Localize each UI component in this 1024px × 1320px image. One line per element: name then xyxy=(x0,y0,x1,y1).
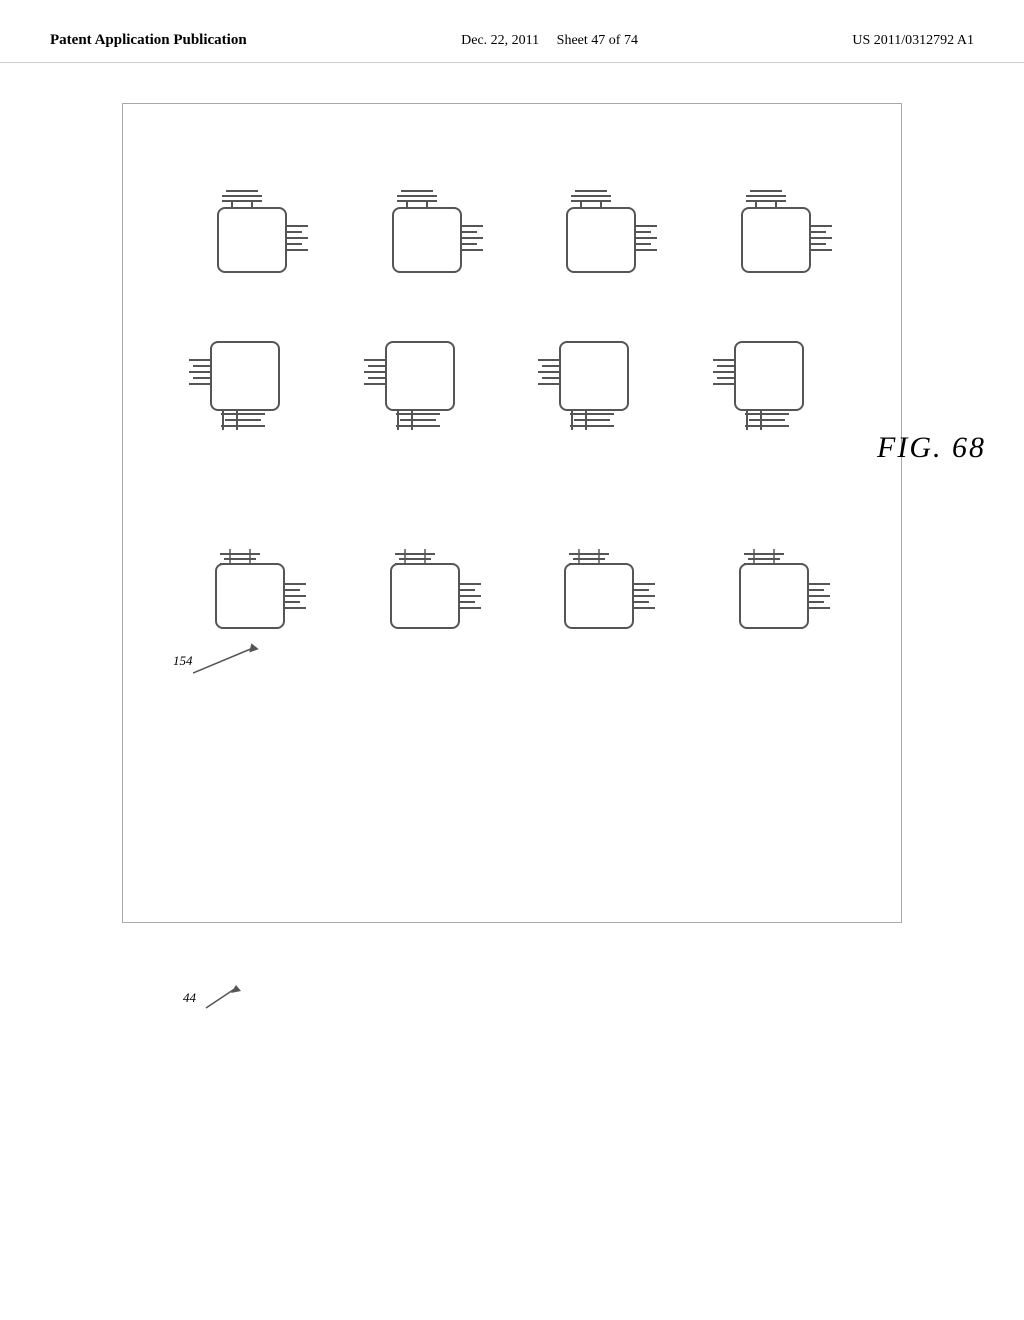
chip-6 xyxy=(360,314,490,444)
chip-8 xyxy=(709,314,839,444)
chip-svg-9 xyxy=(190,534,310,654)
chip-svg-12 xyxy=(714,534,834,654)
publication-label: Patent Application Publication xyxy=(50,30,247,51)
sheet-info: Sheet 47 of 74 xyxy=(557,33,638,48)
chip-svg-1 xyxy=(190,174,310,294)
chip-10 xyxy=(365,534,485,654)
page-header: Patent Application Publication Dec. 22, … xyxy=(0,0,1024,63)
chip-2 xyxy=(365,174,485,294)
figure-box: FIG. 68 xyxy=(122,103,902,923)
chip-svg-4 xyxy=(714,174,834,294)
label-154: 154 xyxy=(173,653,193,669)
symbol-row-2 xyxy=(143,314,881,444)
chip-11 xyxy=(539,534,659,654)
chip-4 xyxy=(714,174,834,294)
chip-1 xyxy=(190,174,310,294)
chip-svg-3 xyxy=(539,174,659,294)
label-44: 44 xyxy=(183,983,241,1013)
chip-5 xyxy=(185,314,315,444)
figure-label: FIG. 68 xyxy=(877,431,986,465)
main-content: FIG. 68 xyxy=(0,63,1024,1033)
symbol-row-3: 154 xyxy=(143,534,881,654)
chip-svg-10 xyxy=(365,534,485,654)
chip-svg-5 xyxy=(185,314,315,444)
chip-svg-7 xyxy=(534,314,664,444)
chip-7 xyxy=(534,314,664,444)
chip-svg-11 xyxy=(539,534,659,654)
arrow-154 xyxy=(193,643,273,683)
chip-12 xyxy=(714,534,834,654)
chip-9 xyxy=(190,534,310,654)
chip-svg-2 xyxy=(365,174,485,294)
chip-svg-6 xyxy=(360,314,490,444)
row-gap xyxy=(143,464,881,514)
symbol-row-1 xyxy=(143,174,881,294)
chip-svg-8 xyxy=(709,314,839,444)
publication-date-sheet: Dec. 22, 2011 Sheet 47 of 74 xyxy=(461,30,638,52)
publication-number: US 2011/0312792 A1 xyxy=(852,30,974,52)
arrow-44 xyxy=(201,983,241,1013)
chip-3 xyxy=(539,174,659,294)
pub-date: Dec. 22, 2011 xyxy=(461,33,539,48)
